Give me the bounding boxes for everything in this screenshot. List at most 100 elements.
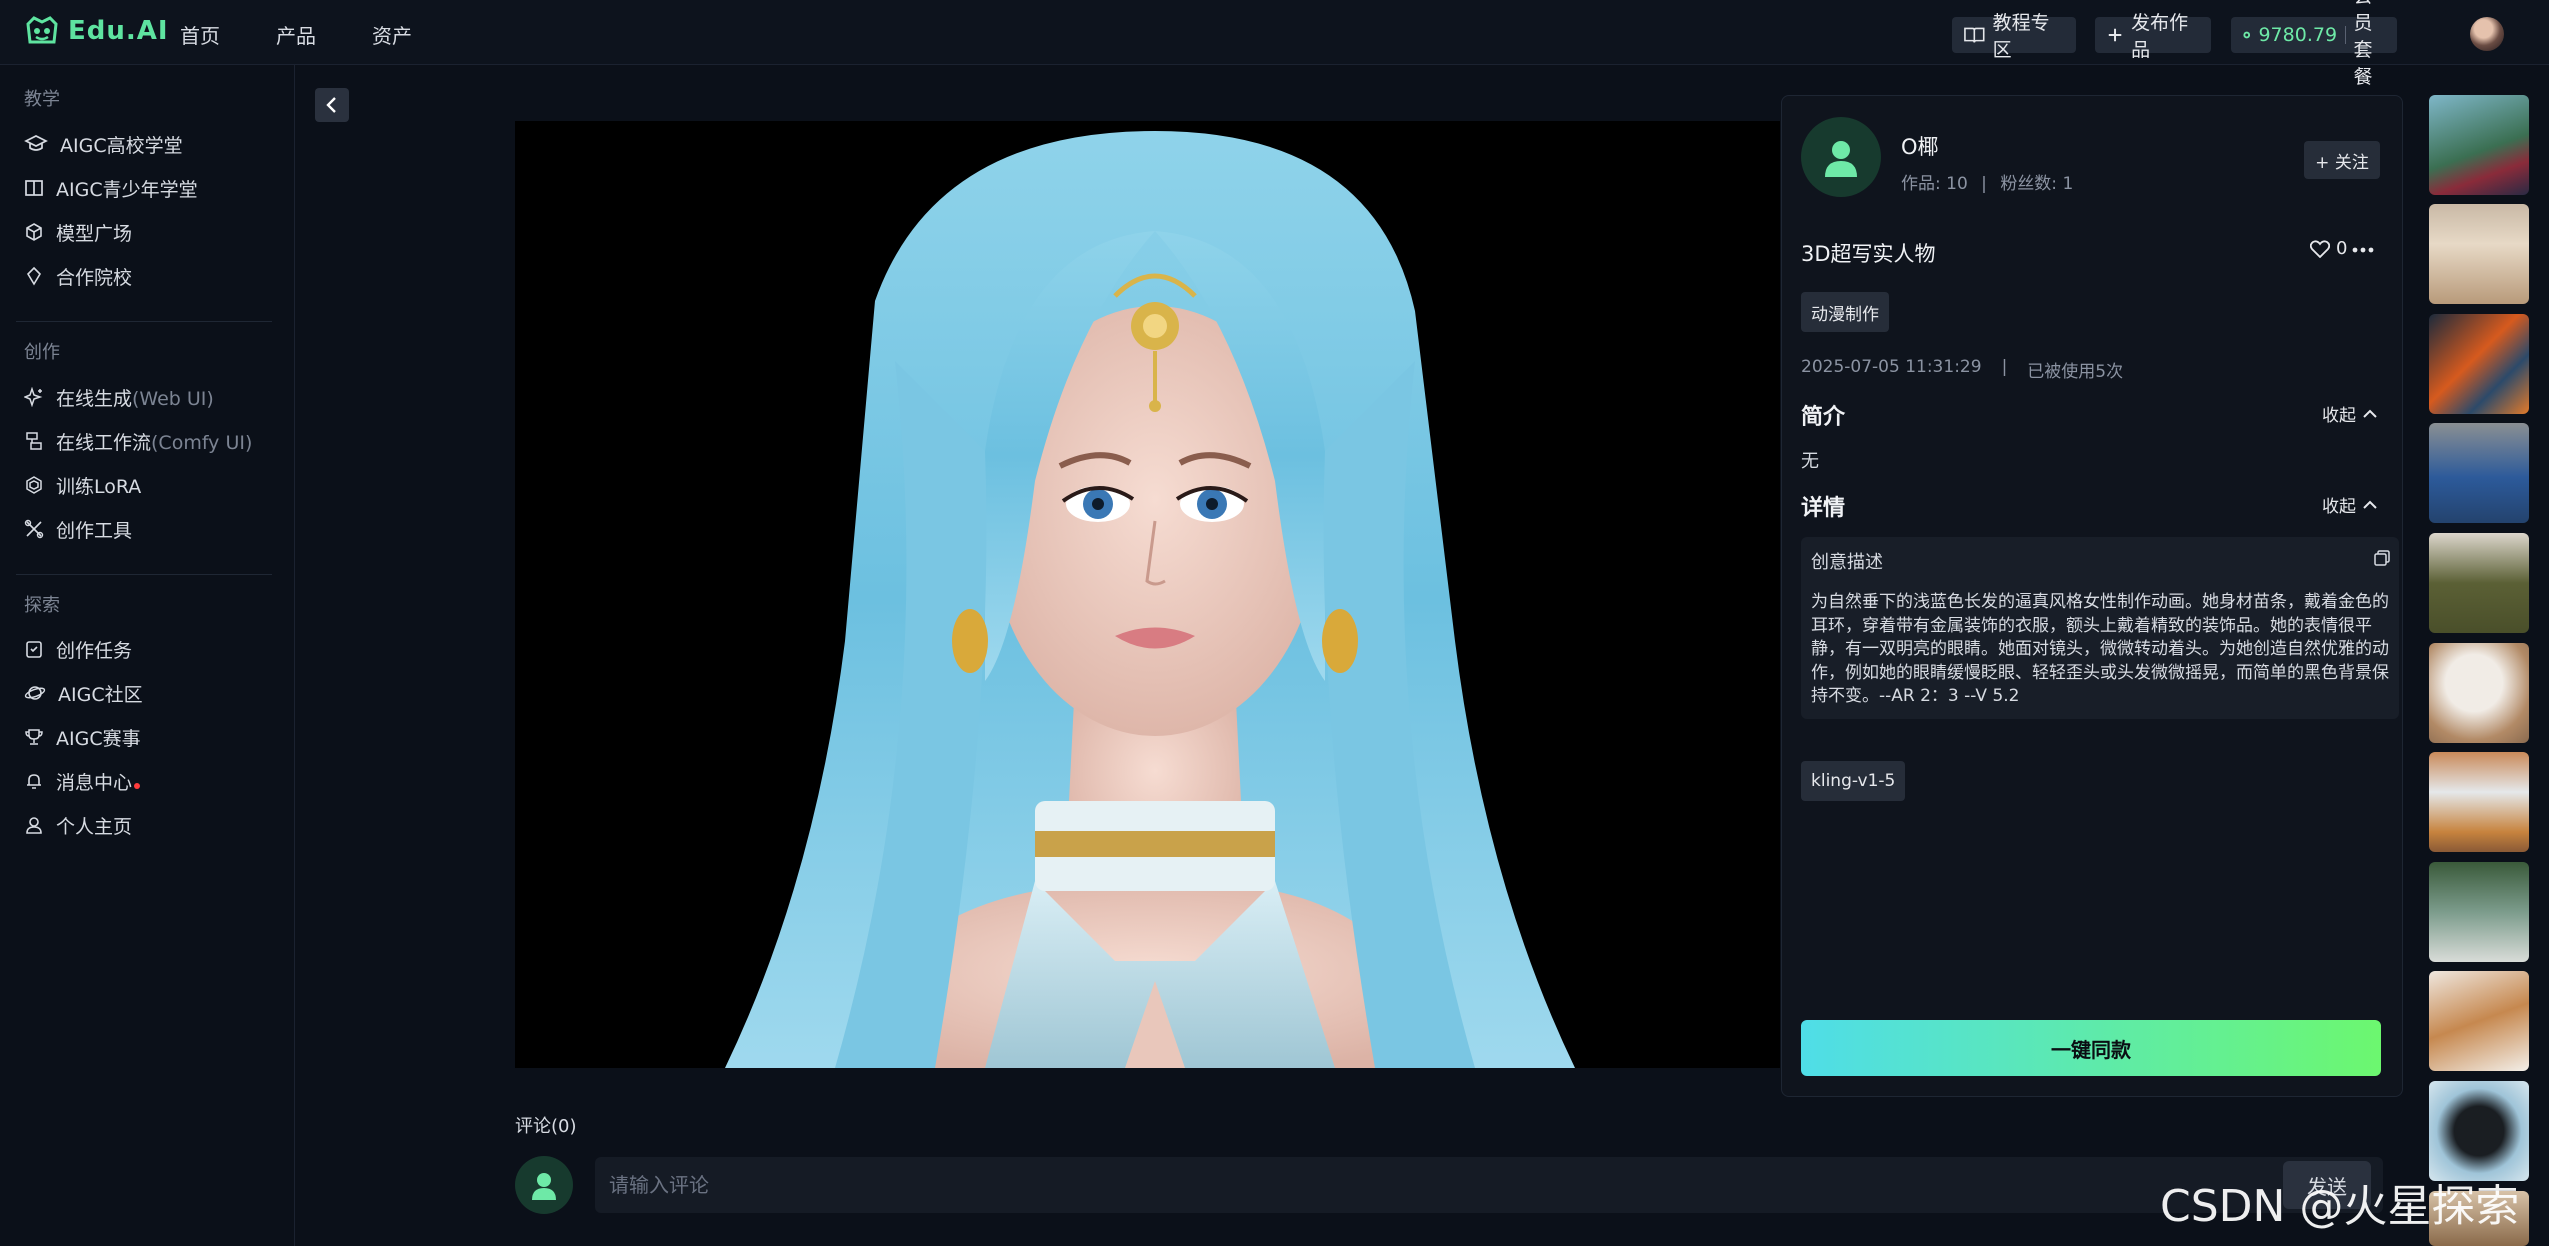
more-options-button[interactable] bbox=[2350, 240, 2376, 260]
user-avatar-icon bbox=[532, 1173, 556, 1200]
model-tag[interactable]: kling-v1-5 bbox=[1801, 761, 1906, 801]
comment-input[interactable] bbox=[595, 1157, 2383, 1213]
logo-text: Edu.AI bbox=[68, 16, 169, 46]
unread-dot bbox=[134, 782, 141, 789]
detail-collapse-button[interactable]: 收起 bbox=[2322, 492, 2378, 517]
user-avatar-icon bbox=[1825, 141, 1857, 177]
author-avatar[interactable] bbox=[1801, 117, 1881, 197]
thumbnail[interactable] bbox=[2429, 423, 2529, 523]
publish-date: 2025-07-05 11:31:29 bbox=[1801, 357, 1982, 377]
plus-icon bbox=[2108, 28, 2122, 42]
user-icon bbox=[26, 817, 42, 834]
label-suffix: (Comfy UI) bbox=[151, 431, 253, 454]
watermark-text: CSDN @火星探索 bbox=[2160, 1181, 2520, 1232]
sidebar-item-label: AIGC社区 bbox=[58, 683, 143, 706]
sidebar-item-label: 消息中心 bbox=[56, 768, 141, 795]
thumbnail[interactable] bbox=[2429, 862, 2529, 962]
sidebar-item-competitions[interactable]: AIGC赛事 bbox=[24, 721, 141, 753]
tutorial-label: 教程专区 bbox=[1992, 12, 2050, 61]
detail-heading: 详情 bbox=[1801, 496, 1846, 521]
thumbnail[interactable] bbox=[2429, 752, 2529, 852]
works-count: 作品: 10 bbox=[1901, 174, 1968, 194]
intro-text: 无 bbox=[1801, 451, 1819, 472]
logo[interactable]: Edu.AI bbox=[24, 14, 169, 48]
collapse-label: 收起 bbox=[2322, 497, 2356, 517]
prompt-text: 为自然垂下的浅蓝色长发的逼真风格女性制作动画。她身材苗条，戴着金色的耳环，穿着带… bbox=[1811, 592, 2389, 706]
sidebar-item-messages[interactable]: 消息中心 bbox=[24, 765, 141, 797]
sidebar-item-label: AIGC高校学堂 bbox=[60, 134, 183, 157]
back-button[interactable] bbox=[315, 88, 349, 122]
sidebar-item-online-generate[interactable]: 在线生成(Web UI) bbox=[24, 381, 214, 413]
membership-label: 会员套餐 bbox=[2353, 0, 2373, 88]
thumbnail[interactable] bbox=[2429, 95, 2529, 195]
thumbnail[interactable] bbox=[2429, 971, 2529, 1071]
thumbnail[interactable] bbox=[2429, 643, 2529, 743]
follow-button[interactable]: + 关注 bbox=[2304, 141, 2380, 179]
publish-button[interactable]: 发布作品 bbox=[2095, 12, 2211, 61]
artwork-image[interactable] bbox=[515, 121, 1780, 1068]
balance-value: 9780.79 bbox=[2258, 24, 2338, 46]
work-meta: 2025-07-05 11:31:29 | 已被使用5次 bbox=[1801, 357, 2123, 382]
author-name[interactable]: O椰 bbox=[1901, 131, 1939, 161]
balance-chip[interactable]: 9780.79 会员套餐 bbox=[2231, 0, 2397, 88]
chevron-up-icon bbox=[2363, 500, 2377, 509]
sidebar-item-label: 模型广场 bbox=[56, 222, 133, 245]
coin-icon bbox=[2243, 31, 2251, 39]
like-button[interactable]: 0 bbox=[2310, 238, 2347, 259]
sidebar-item-label: 创作工具 bbox=[56, 519, 133, 542]
sidebar-item-aigc-university[interactable]: AIGC高校学堂 bbox=[24, 128, 183, 160]
prompt-label: 创意描述 bbox=[1811, 552, 1883, 573]
sidebar-item-partner-schools[interactable]: 合作院校 bbox=[24, 260, 132, 292]
sidebar-divider bbox=[16, 321, 272, 322]
stats-separator: | bbox=[1981, 174, 1987, 194]
sidebar-item-creative-tools[interactable]: 创作工具 bbox=[24, 513, 132, 545]
fans-count: 粉丝数: 1 bbox=[2000, 174, 2074, 194]
category-tag[interactable]: 动漫制作 bbox=[1801, 292, 1889, 332]
sidebar-item-tasks[interactable]: 创作任务 bbox=[24, 633, 132, 665]
sidebar-divider bbox=[16, 574, 272, 575]
portrait-illustration bbox=[515, 121, 1780, 1068]
sidebar-item-model-plaza[interactable]: 模型广场 bbox=[24, 216, 132, 248]
usage-count: 已被使用5次 bbox=[2027, 362, 2124, 382]
book-icon bbox=[25, 180, 43, 196]
nav-home[interactable]: 首页 bbox=[180, 20, 220, 49]
chevron-left-icon bbox=[326, 97, 336, 113]
sidebar-item-label: 在线生成(Web UI) bbox=[56, 384, 214, 411]
sidebar-item-profile[interactable]: 个人主页 bbox=[24, 809, 132, 841]
comment-avatar bbox=[515, 1156, 573, 1214]
meta-separator: | bbox=[2001, 357, 2008, 377]
copy-icon[interactable] bbox=[2374, 550, 2390, 566]
publish-label: 发布作品 bbox=[2131, 12, 2189, 61]
author-stats: 作品: 10 | 粉丝数: 1 bbox=[1901, 169, 2073, 194]
section-title-creation: 创作 bbox=[24, 342, 60, 363]
sidebar-item-label: 个人主页 bbox=[56, 815, 133, 838]
clipboard-icon bbox=[26, 641, 42, 658]
sidebar-item-label: AIGC青少年学堂 bbox=[56, 178, 198, 201]
like-count: 0 bbox=[2336, 238, 2348, 259]
sidebar-item-train-lora[interactable]: 训练LoRA bbox=[24, 469, 141, 501]
one-click-same-button[interactable]: 一键同款 bbox=[1801, 1020, 2381, 1076]
thumbnail[interactable] bbox=[2429, 1081, 2529, 1181]
intro-collapse-button[interactable]: 收起 bbox=[2322, 401, 2378, 426]
sidebar-item-community[interactable]: AIGC社区 bbox=[24, 677, 143, 709]
nav-assets[interactable]: 资产 bbox=[372, 20, 412, 49]
thumbnail[interactable] bbox=[2429, 314, 2529, 414]
layers-icon bbox=[26, 476, 42, 494]
thumbnail[interactable] bbox=[2429, 533, 2529, 633]
copy-glyph bbox=[2374, 550, 2390, 566]
label-suffix: (Web UI) bbox=[132, 387, 214, 410]
comments-title: 评论(0) bbox=[515, 1116, 577, 1137]
label-main: 消息中心 bbox=[56, 771, 133, 794]
collapse-label: 收起 bbox=[2322, 406, 2356, 426]
nav-products[interactable]: 产品 bbox=[276, 20, 316, 49]
tutorial-button[interactable]: 教程专区 bbox=[1952, 12, 2076, 61]
sidebar-item-aigc-youth[interactable]: AIGC青少年学堂 bbox=[24, 172, 198, 204]
gem-icon bbox=[26, 266, 42, 286]
user-avatar[interactable] bbox=[2470, 17, 2504, 51]
sidebar-item-online-workflow[interactable]: 在线工作流(Comfy UI) bbox=[24, 425, 252, 457]
planet-icon bbox=[24, 686, 46, 700]
trophy-icon bbox=[25, 729, 43, 745]
label-main: 在线工作流 bbox=[56, 431, 152, 454]
book-open-icon bbox=[1964, 27, 1985, 43]
thumbnail[interactable] bbox=[2429, 204, 2529, 304]
